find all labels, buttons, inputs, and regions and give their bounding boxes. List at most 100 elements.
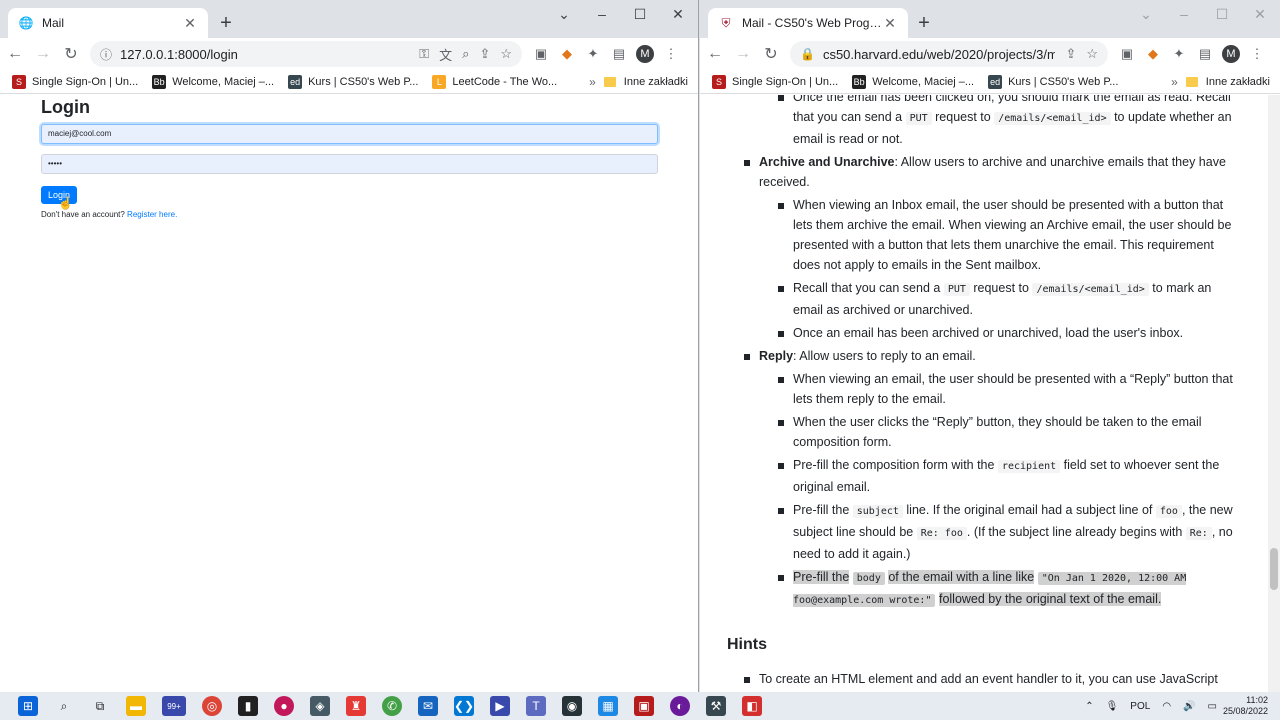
bookmarks-overflow-icon[interactable]: » xyxy=(1171,75,1178,89)
notification-badge[interactable]: 99+ xyxy=(162,696,186,716)
sidepanel-icon[interactable]: ▤ xyxy=(608,43,630,65)
app-icon[interactable]: ▦ xyxy=(598,696,618,716)
volume-icon[interactable]: 🔊 xyxy=(1183,701,1195,712)
zoom-icon[interactable]: ⌕ xyxy=(462,46,469,62)
close-tab-icon[interactable]: ✕ xyxy=(882,15,898,32)
search-icon[interactable]: ⌕ xyxy=(54,696,74,716)
tab-cs50-mail[interactable]: ⛨ Mail - CS50's Web Programming ✕ xyxy=(708,8,908,38)
profile-avatar[interactable]: M xyxy=(636,45,654,63)
list-item: When viewing an email, the user should b… xyxy=(727,369,1280,409)
bookmark-favicon-icon: L xyxy=(432,74,447,89)
reload-button[interactable]: ↻ xyxy=(58,41,84,67)
email-input[interactable]: maciej@cool.com xyxy=(41,124,658,144)
code: PUT xyxy=(943,283,970,296)
microphone-icon[interactable]: 🎙 xyxy=(1106,701,1119,712)
app-icon[interactable]: ● xyxy=(274,696,294,716)
battery-icon[interactable]: ▭ xyxy=(1208,701,1217,712)
puzzle-icon[interactable]: ✦ xyxy=(582,43,604,65)
app-icon[interactable]: ◉ xyxy=(562,696,582,716)
bookmark-item[interactable]: Bb Welcome, Maciej –... xyxy=(852,74,974,89)
scrollbar-thumb[interactable] xyxy=(1270,548,1278,590)
bookmark-item[interactable]: Bb Welcome, Maciej –... xyxy=(152,74,274,89)
text: line. If the original email had a subjec… xyxy=(906,503,1153,517)
reload-button[interactable]: ↻ xyxy=(758,41,784,67)
close-window-button[interactable]: ✕ xyxy=(1242,4,1278,24)
app-icon[interactable]: ◐ xyxy=(670,696,690,716)
password-input[interactable]: ••••• xyxy=(41,154,658,174)
chevron-up-icon[interactable]: ⌃ xyxy=(1085,701,1093,712)
share-icon[interactable]: ⇪ xyxy=(1065,46,1076,62)
app-icon[interactable]: ⚒ xyxy=(706,696,726,716)
app-icon[interactable]: ♜ xyxy=(346,696,366,716)
forward-button[interactable]: → xyxy=(30,41,56,67)
other-bookmarks[interactable]: Inne zakładki xyxy=(603,76,688,88)
text: : Allow users to reply to an email. xyxy=(793,349,976,363)
profile-avatar[interactable]: M xyxy=(1222,45,1240,63)
list-item-selected: Pre-fill the body of the email with a li… xyxy=(727,567,1280,611)
task-view-icon[interactable]: ⧉ xyxy=(90,696,110,716)
tab-search-icon[interactable]: ⌄ xyxy=(546,4,582,24)
tab-strip: ⛨ Mail - CS50's Web Programming ✕ + ⌄ – … xyxy=(700,0,1280,38)
maximize-button[interactable]: ☐ xyxy=(1204,4,1240,24)
tab-search-icon[interactable]: ⌄ xyxy=(1128,4,1164,24)
maximize-button[interactable]: ☐ xyxy=(622,4,658,24)
new-tab-button[interactable]: + xyxy=(912,12,936,36)
register-link[interactable]: Register here. xyxy=(127,210,177,219)
metamask-icon[interactable]: ◆ xyxy=(1142,43,1164,65)
bookmark-star-icon[interactable]: ☆ xyxy=(500,46,512,62)
share-icon[interactable]: ⇪ xyxy=(479,46,490,62)
system-tray: ⌃ 🎙 POL ◠ 🔊 ▭ 11:02 25/08/2022 xyxy=(1079,692,1280,720)
app-icon[interactable]: ◈ xyxy=(310,696,330,716)
text: . (If the subject line already begins wi… xyxy=(966,525,1183,539)
bookmark-item[interactable]: S Single Sign-On | Un... xyxy=(712,74,838,89)
app-icon[interactable]: ▶ xyxy=(490,696,510,716)
minimize-button[interactable]: – xyxy=(1166,4,1202,24)
terminal-icon[interactable]: ▮ xyxy=(238,696,258,716)
bookmarks-overflow-icon[interactable]: » xyxy=(589,75,596,89)
whatsapp-icon[interactable]: ✆ xyxy=(382,696,402,716)
file-explorer-icon[interactable]: ▬ xyxy=(126,696,146,716)
start-windows-icon[interactable]: ⊞ xyxy=(18,696,38,716)
menu-icon[interactable]: ⋮ xyxy=(660,43,682,65)
back-button[interactable]: ← xyxy=(702,41,728,67)
clock[interactable]: 11:02 25/08/2022 xyxy=(1223,695,1268,717)
app-icon[interactable]: ▣ xyxy=(634,696,654,716)
other-bookmarks[interactable]: Inne zakładki xyxy=(1185,76,1270,88)
new-tab-button[interactable]: + xyxy=(214,12,238,36)
outlook-icon[interactable]: ✉ xyxy=(418,696,438,716)
address-bar[interactable]: ⓘ 127.0.0.1:8000/login ⚿ 文 ⌕ ⇪ ☆ xyxy=(90,41,522,67)
teams-icon[interactable]: T xyxy=(526,696,546,716)
extension-icon[interactable]: ▣ xyxy=(530,43,552,65)
language-indicator[interactable]: POL xyxy=(1130,701,1150,712)
info-icon[interactable]: ⓘ xyxy=(100,46,112,63)
back-button[interactable]: ← xyxy=(2,41,28,67)
bookmark-item[interactable]: ed Kurs | CS50's Web P... xyxy=(288,74,418,89)
translate-icon[interactable]: 文 xyxy=(439,45,452,64)
scrollbar[interactable] xyxy=(1268,95,1280,692)
bookmark-item[interactable]: L LeetCode - The Wo... xyxy=(432,74,557,89)
key-icon[interactable]: ⚿ xyxy=(419,46,429,62)
vscode-icon[interactable]: ❮❯ xyxy=(454,696,474,716)
mouse-pointer-icon: ☝ xyxy=(58,196,73,210)
menu-icon[interactable]: ⋮ xyxy=(1246,43,1268,65)
bookmark-item[interactable]: S Single Sign-On | Un... xyxy=(12,74,138,89)
list-item: To create an HTML element and add an eve… xyxy=(727,669,1280,689)
metamask-icon[interactable]: ◆ xyxy=(556,43,578,65)
tab-mail-local[interactable]: 🌐 Mail ✕ xyxy=(8,8,208,38)
list-item: When viewing an Inbox email, the user sh… xyxy=(727,195,1280,275)
forward-button[interactable]: → xyxy=(730,41,756,67)
minimize-button[interactable]: – xyxy=(584,4,620,24)
sidepanel-icon[interactable]: ▤ xyxy=(1194,43,1216,65)
chrome-icon[interactable]: ◎ xyxy=(202,696,222,716)
address-bar[interactable]: 🔒 cs50.harvard.edu/web/2020/projects/3/m… xyxy=(790,41,1108,67)
text: Once an email has been archived or unarc… xyxy=(793,326,1184,340)
puzzle-icon[interactable]: ✦ xyxy=(1168,43,1190,65)
extension-icon[interactable]: ▣ xyxy=(1116,43,1138,65)
app-icon[interactable]: ◧ xyxy=(742,696,762,716)
bookmark-star-icon[interactable]: ☆ xyxy=(1086,46,1098,62)
lock-icon[interactable]: 🔒 xyxy=(800,47,815,61)
close-window-button[interactable]: ✕ xyxy=(660,4,696,24)
close-tab-icon[interactable]: ✕ xyxy=(182,15,198,32)
bookmark-item[interactable]: ed Kurs | CS50's Web P... xyxy=(988,74,1118,89)
wifi-icon[interactable]: ◠ xyxy=(1162,701,1171,712)
